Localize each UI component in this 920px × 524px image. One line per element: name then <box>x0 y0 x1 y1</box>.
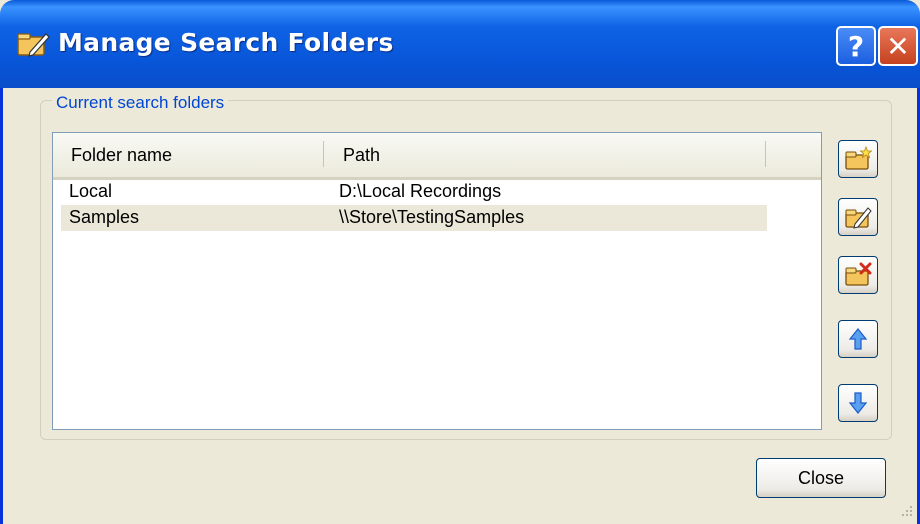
arrow-up-icon <box>848 328 868 350</box>
delete-folder-icon <box>845 262 872 286</box>
add-folder-icon <box>845 146 872 170</box>
column-separator[interactable] <box>765 141 766 167</box>
resize-grip-icon[interactable] <box>900 504 914 518</box>
folder-path-cell: D:\Local Recordings <box>339 181 502 201</box>
column-header-path[interactable]: Path <box>343 145 380 166</box>
help-button[interactable]: ? <box>836 26 876 66</box>
close-button[interactable]: Close <box>756 458 886 498</box>
add-folder-button[interactable] <box>838 140 878 178</box>
title-bar[interactable]: Manage Search Folders ? ✕ <box>0 0 920 88</box>
folder-path-cell: \\Store\TestingSamples <box>339 207 525 227</box>
folder-name-cell: Local <box>69 181 113 201</box>
delete-folder-button[interactable] <box>838 256 878 294</box>
group-label: Current search folders <box>52 93 229 113</box>
close-button-label: Close <box>797 467 845 488</box>
edit-folder-button[interactable] <box>838 198 878 236</box>
folder-list[interactable]: Folder name Path Local D:\Local Recordin… <box>52 132 822 430</box>
table-row[interactable]: Local D:\Local Recordings <box>61 179 767 205</box>
window-close-button[interactable]: ✕ <box>878 26 918 66</box>
window-title: Manage Search Folders <box>58 28 394 57</box>
arrow-down-icon <box>848 392 868 414</box>
list-header: Folder name Path <box>53 133 821 180</box>
edit-folder-icon <box>17 33 50 57</box>
column-separator[interactable] <box>323 141 324 167</box>
edit-folder-icon <box>845 207 872 229</box>
folder-name-cell: Samples <box>69 207 140 227</box>
manage-search-folders-dialog: Manage Search Folders ? ✕ Current search… <box>0 0 920 524</box>
move-down-button[interactable] <box>838 384 878 422</box>
column-header-folder-name[interactable]: Folder name <box>71 145 172 166</box>
move-up-button[interactable] <box>838 320 878 358</box>
table-row[interactable]: Samples \\Store\TestingSamples <box>61 205 767 231</box>
